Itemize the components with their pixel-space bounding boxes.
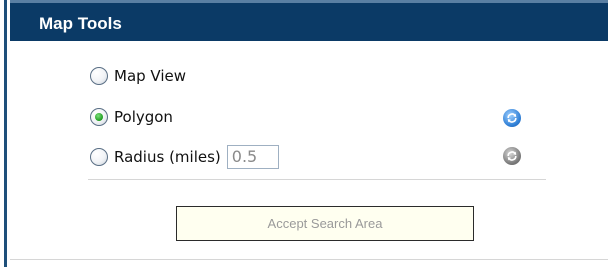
map-view-label: Map View bbox=[114, 67, 187, 85]
panel-titlebar: Map Tools bbox=[10, 0, 608, 41]
map-tools-panel: Map Tools Map View Polygon Radius (miles… bbox=[10, 0, 608, 267]
options-divider bbox=[88, 179, 546, 180]
radius-miles-input[interactable]: 0.5 bbox=[226, 145, 279, 169]
panel-title: Map Tools bbox=[39, 14, 122, 33]
option-polygon[interactable]: Polygon bbox=[90, 105, 173, 129]
polygon-label: Polygon bbox=[114, 108, 173, 126]
radius-label: Radius (miles) bbox=[114, 148, 221, 166]
polygon-refresh-icon[interactable] bbox=[503, 109, 521, 127]
radius-refresh-icon[interactable] bbox=[503, 147, 521, 165]
option-radius[interactable]: Radius (miles) 0.5 bbox=[90, 145, 279, 169]
refresh-arrows-icon bbox=[507, 151, 517, 161]
panel-bottom-divider bbox=[10, 259, 608, 260]
map-view-radio[interactable] bbox=[90, 67, 108, 85]
radius-radio[interactable] bbox=[90, 148, 108, 166]
refresh-arrows-icon bbox=[507, 113, 517, 123]
panel-left-border bbox=[4, 0, 7, 267]
option-map-view[interactable]: Map View bbox=[90, 64, 186, 88]
accept-search-area-button[interactable]: Accept Search Area bbox=[176, 206, 474, 241]
polygon-radio[interactable] bbox=[90, 108, 108, 126]
